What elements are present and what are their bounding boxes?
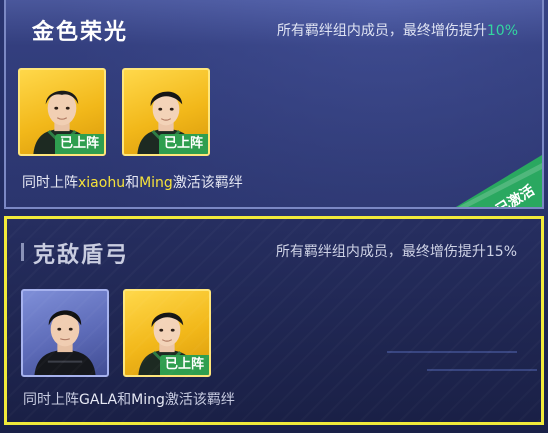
- condition-joiner: 和: [125, 175, 140, 191]
- activated-ribbon-icon: 已激活: [456, 155, 542, 207]
- condition-player-2: Ming: [131, 392, 165, 408]
- condition-suffix: 激活该羁绊: [164, 392, 235, 408]
- bond-card-shield-bow[interactable]: 克敌盾弓 所有羁绊组内成员，最终增伤提升15% 已上阵 同时上阵GALA和Min…: [4, 216, 544, 425]
- bond-effect: 所有羁绊组内成员，最终增伤提升10%: [277, 20, 518, 40]
- bond-effect: 所有羁绊组内成员，最终增伤提升15%: [276, 241, 517, 261]
- on-field-badge: 已上阵: [54, 134, 104, 154]
- player-portrait-ming[interactable]: 已上阵: [123, 289, 211, 377]
- player-portrait-ming[interactable]: 已上阵: [122, 68, 210, 156]
- condition-player-1: GALA: [79, 392, 118, 408]
- on-field-badge: 已上阵: [158, 134, 208, 154]
- title-divider: [21, 243, 24, 261]
- bond-effect-percent: 15%: [485, 244, 517, 260]
- bond-condition: 同时上阵xiaohu和Ming激活该羁绊: [22, 172, 243, 192]
- condition-joiner: 和: [117, 392, 132, 408]
- player-portrait-icon: [34, 310, 96, 375]
- condition-player-2: Ming: [139, 175, 173, 191]
- bond-effect-text: 所有羁绊组内成员，最终增伤提升: [276, 23, 487, 39]
- bond-list-panel: 金色荣光 所有羁绊组内成员，最终增伤提升10% 已上阵 已上阵 同时上阵xiao…: [0, 0, 548, 433]
- condition-prefix: 同时上阵: [22, 175, 78, 191]
- condition-player-1: xiaohu: [78, 175, 126, 191]
- condition-prefix: 同时上阵: [23, 392, 79, 408]
- player-portrait-xiaohu[interactable]: 已上阵: [18, 68, 106, 156]
- bond-effect-percent: 10%: [486, 23, 518, 39]
- bond-title: 金色荣光: [32, 20, 129, 45]
- player-portrait-gala[interactable]: [21, 289, 109, 377]
- on-field-badge: 已上阵: [159, 355, 209, 375]
- bond-title: 克敌盾弓: [33, 243, 130, 268]
- bond-card-golden-glory[interactable]: 金色荣光 所有羁绊组内成员，最终增伤提升10% 已上阵 已上阵 同时上阵xiao…: [4, 0, 544, 209]
- decorative-line: [427, 369, 537, 371]
- condition-suffix: 激活该羁绊: [172, 175, 243, 191]
- bond-condition: 同时上阵GALA和Ming激活该羁绊: [23, 389, 235, 409]
- bond-effect-text: 所有羁绊组内成员，最终增伤提升: [275, 244, 486, 260]
- decorative-line: [387, 351, 517, 353]
